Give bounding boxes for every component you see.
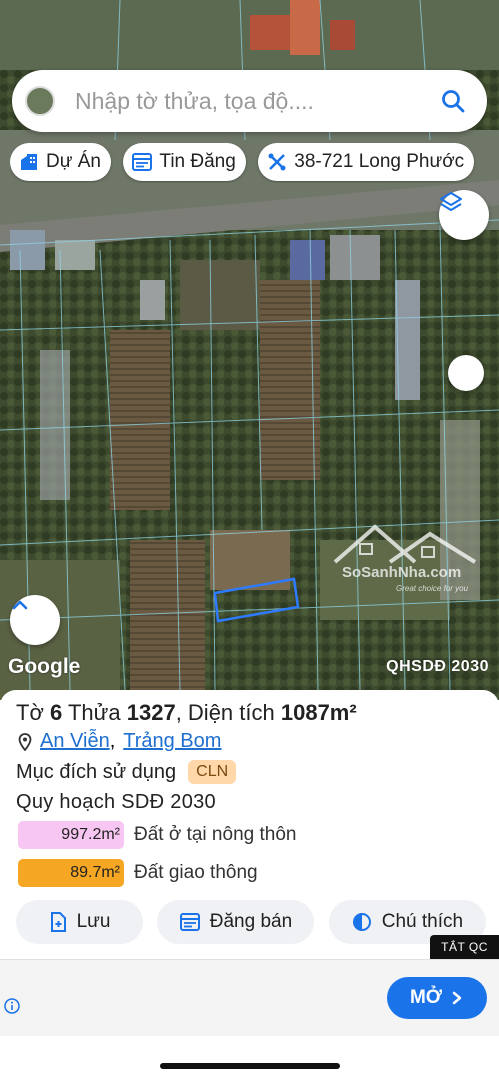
avatar[interactable]: [25, 86, 55, 116]
open-ad-button[interactable]: MỞ: [387, 977, 487, 1019]
chip-label: Tin Đăng: [159, 151, 236, 172]
home-indicator[interactable]: [160, 1063, 340, 1069]
listing-icon: [132, 153, 153, 171]
building-icon: [21, 154, 37, 170]
layers-button[interactable]: [439, 190, 489, 240]
chip-tin-dang[interactable]: Tin Đăng: [123, 143, 246, 181]
parcel-title: Tờ 6 Thửa 1327, Diện tích 1087m²: [16, 700, 357, 726]
chip-label: Dự Án: [46, 151, 101, 172]
search-input[interactable]: [73, 86, 433, 116]
save-label: Lưu: [76, 911, 111, 932]
ruler-icon: [268, 153, 286, 171]
watermark-logo: SoSanhNha.com Great choice for you: [330, 522, 480, 602]
map-slider-knob[interactable]: [448, 355, 484, 391]
chip-du-an[interactable]: Dự Án: [10, 143, 111, 181]
filter-chips: Dự Án Tin Đăng 38-721 Long Phước: [10, 143, 499, 183]
search-bar: [12, 70, 487, 132]
bookmark-add-icon: [50, 912, 66, 932]
open-label: MỞ: [409, 987, 443, 1008]
location-line: An Viễn, Trảng Bom: [18, 730, 221, 753]
chevron-up-icon: [12, 600, 28, 610]
listing-icon: [179, 913, 200, 931]
watermark-brand: SoSanhNha.com: [342, 564, 462, 581]
chip-measure[interactable]: 38-721 Long Phước: [258, 143, 475, 181]
parcel-area: 1087m²: [280, 700, 357, 725]
plan-overlay-label: QHSDĐ 2030: [386, 658, 489, 675]
zone-label: Đất giao thông: [134, 862, 258, 883]
district-link[interactable]: Trảng Bom: [123, 730, 221, 753]
legend-icon: [352, 913, 371, 931]
search-icon[interactable]: [433, 81, 473, 121]
info-icon[interactable]: [4, 998, 20, 1019]
purpose-label: Mục đích sử dụng: [16, 760, 177, 783]
post-sale-label: Đăng bán: [209, 911, 293, 932]
zone-area: 997.2m²: [18, 821, 124, 849]
chip-label: 38-721 Long Phước: [294, 151, 465, 172]
google-attribution: Google: [8, 655, 81, 678]
zone-label: Đất ở tại nông thôn: [134, 824, 297, 845]
purpose-badge: CLN: [188, 760, 237, 784]
post-sale-button[interactable]: Đăng bán: [157, 900, 315, 944]
zone-row: 997.2m² Đất ở tại nông thôn: [18, 821, 296, 849]
watermark-tagline: Great choice for you: [396, 584, 469, 593]
close-ad-button[interactable]: TẮT QC: [430, 935, 499, 959]
area-prefix: , Diện tích: [175, 700, 275, 725]
legend-label: Chú thích: [381, 911, 464, 932]
location-pin-icon: [18, 732, 32, 751]
sheet-number: 6: [50, 700, 63, 725]
expand-panel-button[interactable]: [10, 595, 60, 645]
plot-number: 1327: [126, 700, 176, 725]
action-buttons: Lưu Đăng bán Chú thích: [16, 900, 499, 946]
sheet-prefix: Tờ: [16, 700, 44, 725]
chevron-right-icon: [452, 991, 462, 1005]
plot-prefix: Thửa: [67, 700, 121, 725]
plan-title: Quy hoạch SDĐ 2030: [16, 791, 216, 813]
save-button[interactable]: Lưu: [16, 900, 143, 944]
zone-row: 89.7m² Đất giao thông: [18, 859, 258, 887]
ward-link[interactable]: An Viễn: [40, 730, 110, 753]
ad-banner[interactable]: MỞ: [0, 959, 499, 1036]
layers-icon: [440, 192, 462, 211]
land-purpose: Mục đích sử dụng CLN: [16, 760, 237, 784]
location-separator: ,: [109, 730, 116, 752]
zone-area: 89.7m²: [18, 859, 124, 887]
